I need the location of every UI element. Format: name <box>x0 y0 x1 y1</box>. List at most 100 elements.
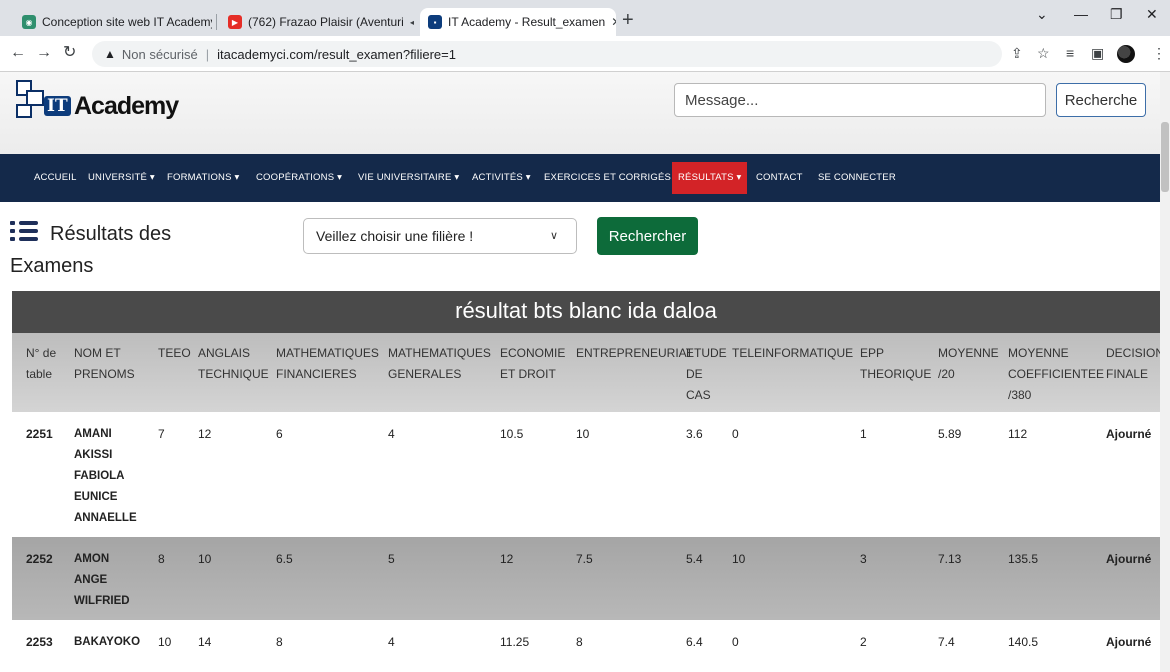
rechercher-button[interactable]: Rechercher <box>597 217 698 255</box>
col-header: EPP THEORIQUE <box>846 333 931 412</box>
cell-value: 14 <box>184 620 262 661</box>
nav-item-vie-universitaire[interactable]: VIE UNIVERSITAIRE ▾ <box>358 154 459 202</box>
cell-value: 140.5 <box>994 620 1092 661</box>
nav-item-se-connecter[interactable]: SE CONNECTER <box>818 154 896 202</box>
results-table-wrapper: N° de table NOM ET PRENOMS TEEO ANGLAIS … <box>12 333 1160 661</box>
col-header: TELEINFORMATIQUE <box>718 333 853 412</box>
close-tab-icon[interactable]: ✕ <box>605 15 616 29</box>
cell-value: 6.4 <box>672 620 718 661</box>
cell-value: 0 <box>718 620 846 661</box>
cell-value: 7.13 <box>924 537 994 620</box>
table-header-row: N° de table NOM ET PRENOMS TEEO ANGLAIS … <box>12 333 1160 412</box>
cell-value: 3 <box>846 537 924 620</box>
browser-tab-1[interactable]: ◉ Conception site web IT Academy. ✕ <box>14 8 212 36</box>
cell-value: 7 <box>144 412 184 537</box>
browser-tab-3-active[interactable]: ▪ IT Academy - Result_examen ✕ <box>420 8 616 36</box>
cell-value: 10 <box>562 412 672 537</box>
message-search-input[interactable] <box>674 83 1046 117</box>
minimize-icon[interactable]: — <box>1074 6 1088 22</box>
nav-item-resultats[interactable]: RÉSULTATS ▾ <box>672 162 748 194</box>
close-window-icon[interactable]: ✕ <box>1146 6 1158 23</box>
cell-value: 1 <box>846 412 924 537</box>
cell-value: 4 <box>374 620 486 661</box>
security-label: Non sécurisé <box>121 46 198 62</box>
tab-title: IT Academy - Result_examen <box>448 15 606 29</box>
cell-decision: Ajourné <box>1092 537 1160 620</box>
new-tab-icon[interactable]: + <box>622 10 634 30</box>
col-header: MATHEMATIQUES FINANCIERES <box>262 333 379 412</box>
reload-icon[interactable]: ↻ <box>63 44 76 62</box>
cell-table-number: 2253 <box>12 620 60 661</box>
cell-value: 12 <box>184 412 262 537</box>
cell-name: AMANI AKISSI FABIOLA EUNICE ANNAELLE <box>60 412 144 537</box>
cell-value: 8 <box>144 537 184 620</box>
menu-kebab-icon[interactable]: ⋮ <box>1152 45 1166 62</box>
logo-it-badge: IT <box>44 96 71 116</box>
cell-value: 2 <box>846 620 924 661</box>
cell-value: 7.4 <box>924 620 994 661</box>
page-title-line1: Résultats des <box>50 223 172 245</box>
site-header: IT Academy Recherche <box>0 72 1160 154</box>
tab-title: (762) Frazao Plaisir (Aventuri <box>248 15 404 29</box>
cell-value: 8 <box>562 620 672 661</box>
bookmark-star-icon[interactable]: ☆ <box>1037 45 1050 62</box>
filiere-select-value: Veillez choisir une filière ! <box>316 228 474 244</box>
url-text: itacademyci.com/result_examen?filiere=1 <box>217 46 456 62</box>
nav-item-formations[interactable]: FORMATIONS ▾ <box>167 154 239 202</box>
cell-value: 10 <box>718 537 846 620</box>
table-row: 2251 AMANI AKISSI FABIOLA EUNICE ANNAELL… <box>12 412 1160 537</box>
col-header: NOM ET PRENOMS <box>60 333 144 412</box>
cell-value: 5.4 <box>672 537 718 620</box>
youtube-icon: ▶ <box>228 15 242 29</box>
browser-tab-2[interactable]: ▶ (762) Frazao Plaisir (Aventuri ◂) ✕ <box>220 8 414 36</box>
cell-value: 135.5 <box>994 537 1092 620</box>
logo-brand-text: Academy <box>74 92 179 120</box>
col-header: ENTREPRENEURIAT <box>562 333 693 412</box>
cell-name: BAKAYOKO <box>60 620 144 661</box>
nav-item-exercices[interactable]: EXERCICES ET CORRIGÉS <box>544 154 671 202</box>
address-bar: ← → ↻ ▲ Non sécurisé | itacademyci.com/r… <box>0 36 1170 72</box>
page: IT Academy Recherche ACCUEIL UNIVERSITÉ … <box>0 72 1160 672</box>
url-field[interactable]: ▲ Non sécurisé | itacademyci.com/result_… <box>92 41 1002 67</box>
cell-value: 8 <box>262 620 374 661</box>
back-arrow-icon[interactable]: ← <box>10 44 26 62</box>
tab-search-chevron-icon[interactable]: ⌄ <box>1036 6 1048 23</box>
results-table: N° de table NOM ET PRENOMS TEEO ANGLAIS … <box>12 333 1160 661</box>
nav-item-cooperations[interactable]: COOPÉRATIONS ▾ <box>256 154 342 202</box>
cell-table-number: 2251 <box>12 412 60 537</box>
col-header: ANGLAIS TECHNIQUE <box>184 333 269 412</box>
filiere-select[interactable]: Veillez choisir une filière ! ∨ <box>303 218 577 254</box>
tab-title: Conception site web IT Academy. <box>42 15 212 29</box>
nav-item-accueil[interactable]: ACCUEIL <box>34 154 77 202</box>
restore-icon[interactable]: ❐ <box>1110 6 1123 23</box>
forward-arrow-icon[interactable]: → <box>36 44 52 62</box>
col-header: TEEO <box>144 333 191 412</box>
speaker-close-icon[interactable]: ◂) ✕ <box>404 15 414 29</box>
profile-avatar[interactable] <box>1117 45 1135 63</box>
it-academy-logo[interactable]: IT Academy <box>14 78 179 128</box>
scrollbar-thumb[interactable] <box>1161 122 1169 192</box>
cell-value: 12 <box>486 537 562 620</box>
reading-list-icon[interactable]: ≡ <box>1066 45 1074 61</box>
share-icon[interactable]: ⇪ <box>1011 45 1023 62</box>
recherche-button[interactable]: Recherche <box>1056 83 1146 117</box>
main-nav: ACCUEIL UNIVERSITÉ ▾ FORMATIONS ▾ COOPÉR… <box>0 154 1160 202</box>
cell-value: 4 <box>374 412 486 537</box>
nav-item-activites[interactable]: ACTIVITÉS ▾ <box>472 154 531 202</box>
cell-name: AMON ANGE WILFRIED <box>60 537 144 620</box>
chevron-down-icon: ∨ <box>549 230 558 242</box>
cell-value: 6 <box>262 412 374 537</box>
side-panel-icon[interactable]: ▣ <box>1091 45 1104 62</box>
warning-icon: ▲ <box>104 47 116 61</box>
cell-decision: Ajourné <box>1092 620 1160 661</box>
results-banner: résultat bts blanc ida daloa <box>12 291 1160 333</box>
cell-table-number: 2252 <box>12 537 60 620</box>
col-header: MATHEMATIQUES GENERALES <box>374 333 491 412</box>
nav-item-universite[interactable]: UNIVERSITÉ ▾ <box>88 154 155 202</box>
cell-decision: Ajourné <box>1092 412 1160 537</box>
col-header: ECONOMIE ET DROIT <box>486 333 565 412</box>
nav-item-contact[interactable]: CONTACT <box>756 154 803 202</box>
cell-value: 11.25 <box>486 620 562 661</box>
tab-separator <box>216 14 217 30</box>
table-row: 2253 BAKAYOKO 10 14 8 4 11.25 8 6.4 0 2 … <box>12 620 1160 661</box>
